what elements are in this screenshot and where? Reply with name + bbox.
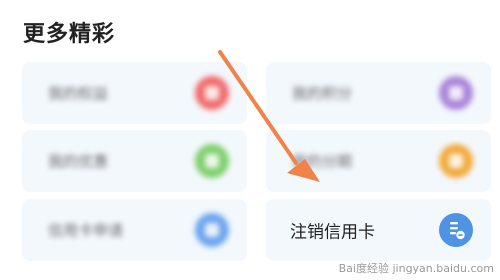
- gift-icon: [195, 76, 229, 110]
- feature-label: 我的分期: [292, 152, 353, 171]
- feature-label: 我的优惠: [48, 152, 109, 171]
- card-apply-icon: [195, 213, 229, 247]
- feature-card-my-points[interactable]: 我的积分: [266, 62, 491, 124]
- feature-label: 我的积分: [292, 84, 353, 103]
- feature-card-my-installments[interactable]: 我的分期: [266, 130, 491, 192]
- watermark: Bai度经验 jingyan.baidu.com: [338, 262, 494, 275]
- feature-card-my-benefits[interactable]: 我的权益: [22, 62, 247, 124]
- more-features-screen: 更多精彩 我的权益 我的积分 我的优惠 我的分期 信用卡申请 注销信用卡 Bai…: [0, 0, 500, 280]
- cancel-credit-card-label: 注销信用卡: [290, 222, 375, 243]
- cancel-card-glyph: [450, 222, 465, 240]
- feature-card-cancel-credit-card[interactable]: 注销信用卡: [266, 199, 491, 261]
- feature-label: 我的权益: [48, 84, 109, 103]
- installment-icon: [439, 144, 473, 178]
- feature-label: 信用卡申请: [48, 221, 124, 240]
- points-icon: [439, 76, 473, 110]
- coupon-icon: [195, 144, 229, 178]
- cancel-card-icon: [439, 213, 473, 247]
- feature-card-credit-card-apply[interactable]: 信用卡申请: [22, 199, 247, 261]
- section-title: 更多精彩: [23, 22, 116, 47]
- feature-card-my-offers[interactable]: 我的优惠: [22, 130, 247, 192]
